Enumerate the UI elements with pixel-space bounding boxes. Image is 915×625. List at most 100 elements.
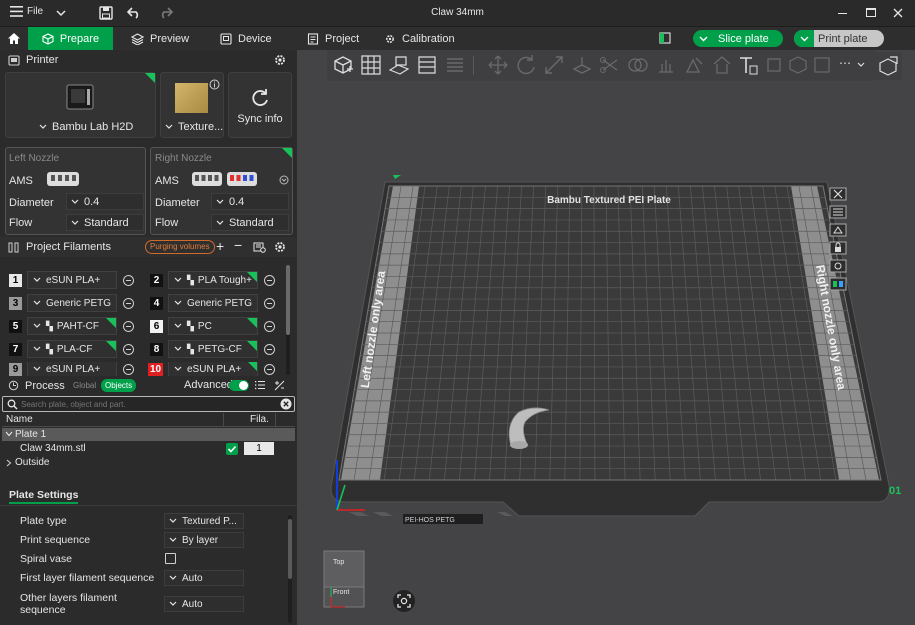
filament-item-4[interactable]: 4 Generic PETG: [150, 293, 275, 313]
print-plate-button[interactable]: Print plate: [794, 30, 884, 47]
mesh-boolean-icon[interactable]: [627, 54, 649, 76]
orient-plate-icon[interactable]: [388, 54, 410, 76]
filament-dropdown[interactable]: ▚ PC: [168, 317, 258, 335]
tab-device[interactable]: Device: [220, 27, 272, 50]
support-paint-icon[interactable]: [655, 54, 677, 76]
layers-panel-icon[interactable]: [444, 54, 466, 76]
filament-item-5[interactable]: 5 ▚ PAHT-CF: [9, 316, 134, 336]
tab-project[interactable]: Project: [307, 27, 359, 50]
cut-icon[interactable]: [599, 54, 621, 76]
file-menu[interactable]: File: [10, 6, 43, 17]
right-diameter-dropdown[interactable]: 0.4: [211, 193, 289, 210]
object-search-input[interactable]: [21, 398, 271, 410]
tab-prepare[interactable]: Prepare: [28, 27, 113, 50]
close-icon[interactable]: [893, 8, 903, 18]
filament-remove-icon[interactable]: [123, 274, 134, 286]
filament-item-3[interactable]: 3 Generic PETG: [9, 293, 134, 313]
settings-gear-icon[interactable]: [274, 54, 286, 66]
seam-paint-icon[interactable]: [683, 54, 705, 76]
right-flow-dropdown[interactable]: Standard: [211, 214, 289, 231]
filament-dropdown[interactable]: ▚ PLA Tough+: [168, 271, 258, 289]
filament-item-7[interactable]: 7 ▚ PLA-CF: [9, 339, 134, 359]
left-flow-dropdown[interactable]: Standard: [66, 214, 144, 231]
undo-icon[interactable]: [127, 7, 141, 19]
filament-remove-icon[interactable]: [123, 343, 134, 355]
expand-circle-icon[interactable]: [279, 175, 289, 185]
filament-remove-icon[interactable]: [264, 363, 275, 375]
filament-dropdown[interactable]: eSUN PLA+: [168, 362, 258, 376]
lock-plate-icon[interactable]: [829, 241, 847, 255]
tab-calibration[interactable]: Calibration: [384, 27, 455, 50]
filament-item-9[interactable]: 9 eSUN PLA+: [9, 362, 134, 376]
plate-type-selector[interactable]: Texture...: [160, 72, 224, 138]
home-button[interactable]: [0, 27, 28, 50]
filament-remove-icon[interactable]: [264, 343, 275, 355]
filament-dropdown[interactable]: ▚ PETG-CF: [168, 340, 258, 358]
plate-settings-icon[interactable]: [829, 259, 847, 273]
view-cube[interactable]: Top Front: [321, 547, 365, 609]
filament-dropdown[interactable]: Generic PETG: [27, 294, 117, 312]
orient-plate-small-icon[interactable]: [829, 223, 847, 237]
slice-plate-button[interactable]: Slice plate: [693, 30, 783, 47]
svg-emboss-icon[interactable]: [763, 54, 785, 76]
filament-settings-gear-icon[interactable]: [274, 241, 286, 253]
filament-remove-icon[interactable]: [264, 320, 275, 332]
printer-selector[interactable]: Bambu Lab H2D: [5, 72, 156, 138]
process-objects-toggle[interactable]: Objects: [101, 379, 137, 392]
compare-icon[interactable]: [274, 380, 285, 391]
filament-remove-icon[interactable]: [264, 297, 275, 309]
grid-arrange-icon[interactable]: [360, 54, 382, 76]
3d-viewport[interactable]: ⋯ Bambu Textured PEI Plate Left nozzle o…: [297, 50, 915, 625]
expand-right-icon[interactable]: [6, 459, 12, 467]
redo-icon[interactable]: [159, 7, 173, 19]
spiral-vase-checkbox[interactable]: [165, 553, 176, 564]
text-tool-icon[interactable]: [737, 54, 759, 76]
filament-item-10[interactable]: 10 eSUN PLA+: [148, 362, 275, 376]
filament-remove-icon[interactable]: [264, 274, 275, 286]
plate-type-dropdown[interactable]: Texture...: [164, 121, 223, 133]
object-filament-number[interactable]: 1: [244, 442, 274, 455]
print-sequence-select[interactable]: By layer: [164, 532, 244, 548]
scale-icon[interactable]: [543, 54, 565, 76]
purging-volumes-button[interactable]: Purging volumes: [145, 240, 215, 254]
settings-scrollbar[interactable]: [288, 515, 292, 623]
remove-filament-icon[interactable]: −: [234, 237, 242, 253]
info-icon[interactable]: [209, 79, 220, 90]
outside-row[interactable]: Outside: [2, 456, 295, 470]
arrange-plate-icon[interactable]: [829, 205, 847, 219]
filament-dropdown[interactable]: Generic PETG: [168, 294, 258, 312]
chevron-down-icon[interactable]: [857, 62, 865, 68]
layout-icon[interactable]: [416, 54, 438, 76]
sync-info-button[interactable]: Sync info: [228, 72, 292, 138]
chevron-down-icon[interactable]: [56, 10, 66, 17]
add-cube-icon[interactable]: [332, 54, 354, 76]
move-icon[interactable]: [487, 54, 509, 76]
assembly-icon[interactable]: [811, 54, 833, 76]
add-filament-icon[interactable]: +: [216, 238, 224, 254]
measure-icon[interactable]: [787, 54, 809, 76]
filament-item-2[interactable]: 2 ▚ PLA Tough+: [150, 270, 275, 290]
filament-sync-icon[interactable]: [253, 241, 266, 253]
filament-dropdown[interactable]: eSUN PLA+: [27, 362, 117, 376]
rotate-icon[interactable]: [515, 54, 537, 76]
expand-down-icon[interactable]: [5, 431, 13, 437]
filament-map-icon[interactable]: [829, 277, 847, 291]
plate-type-select[interactable]: Textured P...: [164, 513, 244, 529]
maximize-icon[interactable]: [866, 8, 876, 17]
filament-remove-icon[interactable]: [123, 320, 134, 332]
object-visible-checkbox[interactable]: [226, 443, 238, 455]
first-layer-sequence-select[interactable]: Auto: [164, 570, 244, 586]
save-icon[interactable]: [99, 6, 113, 20]
delete-plate-icon[interactable]: [829, 187, 847, 201]
color-paint-icon[interactable]: [711, 54, 733, 76]
filament-dropdown[interactable]: ▚ PAHT-CF: [27, 317, 117, 335]
list-icon[interactable]: [255, 380, 266, 390]
filament-scrollbar[interactable]: [286, 265, 290, 375]
filament-item-6[interactable]: 6 ▚ PC: [150, 316, 275, 336]
filament-remove-icon[interactable]: [123, 297, 134, 309]
process-global-toggle[interactable]: Global: [73, 381, 96, 390]
filament-dropdown[interactable]: eSUN PLA+: [27, 271, 117, 289]
lay-on-face-icon[interactable]: [571, 54, 593, 76]
minimize-icon[interactable]: [838, 13, 847, 14]
object-search-box[interactable]: [2, 396, 295, 412]
